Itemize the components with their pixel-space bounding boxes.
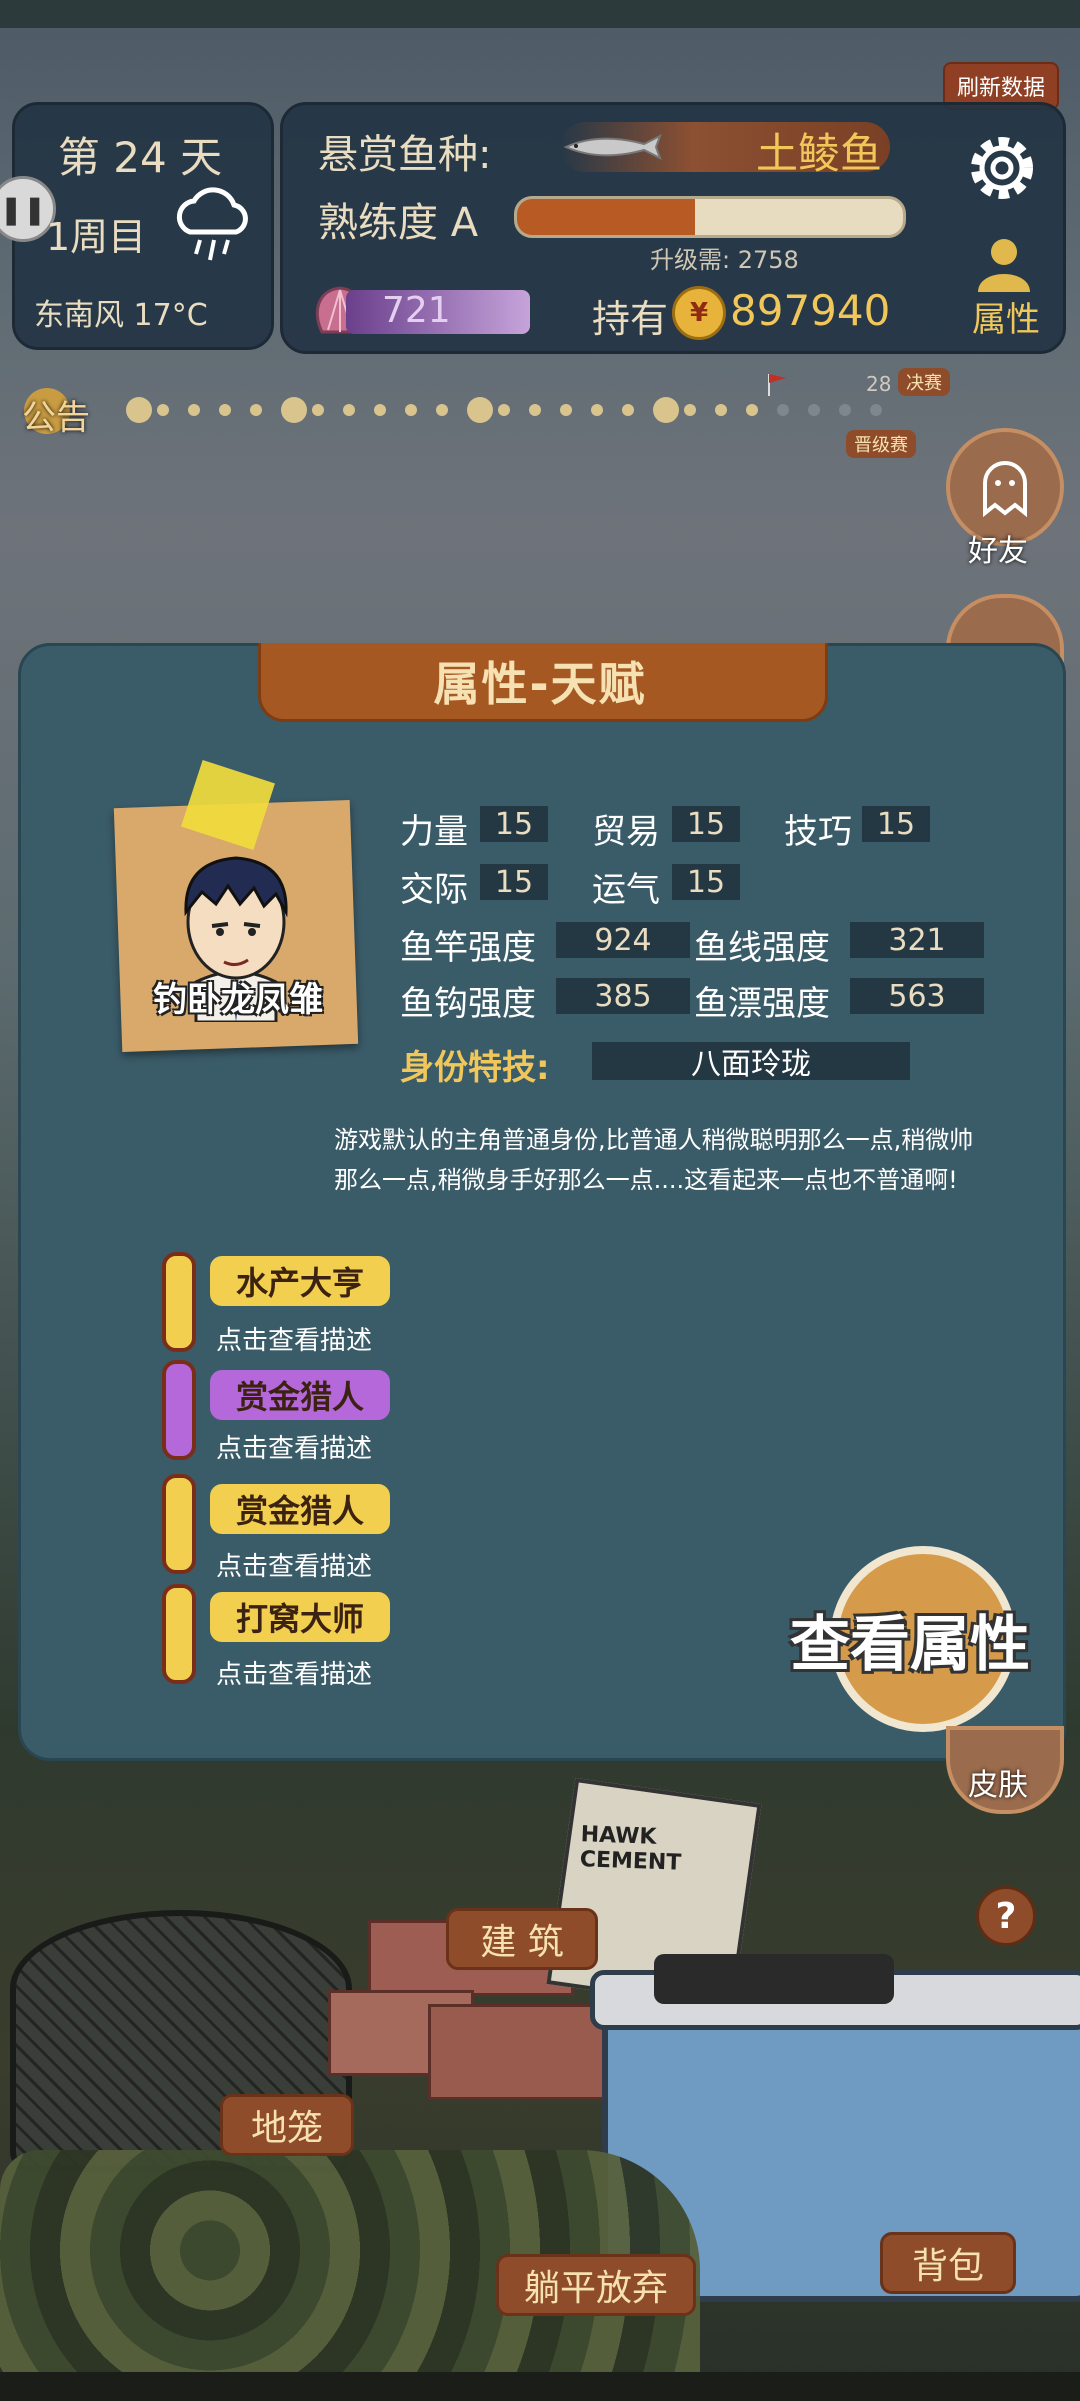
timeline-dot [312,404,324,416]
rod-strength-value: 924 [556,922,690,958]
talent-bar-3 [162,1474,196,1574]
timeline-dot [684,404,696,416]
talent-tag-2[interactable]: 赏金猎人 [210,1370,390,1420]
friends-label[interactable]: 好友 [968,526,1028,570]
view-attributes-button[interactable]: 查看属性 [790,1596,1030,1683]
skill-value: 15 [862,806,930,842]
talent-bar-2 [162,1360,196,1460]
social-label: 交际 [400,870,468,910]
timeline-dot [281,397,307,423]
timeline-dot [498,404,510,416]
avatar-name: 钓卧龙凤雏 [153,980,323,1020]
round-28-label: 28 [866,372,892,396]
timeline-dot [715,404,727,416]
timeline-dot [157,404,169,416]
talent-tag-1[interactable]: 水产大亨 [210,1256,390,1306]
timeline-dot [777,404,789,416]
timeline-dot [126,397,152,423]
timeline-dot [405,404,417,416]
top-strip [0,0,1080,28]
cement-bag-text: HAWK CEMENT [579,1822,682,1876]
hook-strength-label: 鱼钩强度 [400,984,536,1024]
timeline-dot [374,404,386,416]
hold-label: 持有 [592,297,669,341]
attributes-label[interactable]: 属性 [972,292,1040,341]
panel-title: 属性-天赋 [433,657,647,711]
upgrade-label: 升级需: 2758 [650,246,799,274]
identity-skill-label: 身份特技: [400,1048,550,1088]
bottom-strip [0,2372,1080,2401]
luck-label: 运气 [592,870,660,910]
fish-icon [560,132,664,162]
timeline-dot [839,404,851,416]
shell-count: 721 [382,290,451,331]
timeline-dot [188,404,200,416]
flag-icon [766,372,788,396]
timeline-dot [746,404,758,416]
float-strength-value: 563 [850,978,984,1014]
cage-button[interactable]: 地笼 [220,2094,354,2156]
cycle-label: 1周目 [46,215,147,259]
float-strength-label: 鱼漂强度 [694,984,830,1024]
strength-label: 力量 [400,812,468,852]
tackle-case [654,1954,894,2004]
talent-tag-4[interactable]: 打窝大师 [210,1592,390,1642]
attributes-person-icon[interactable] [972,236,1036,292]
settings-gear-icon[interactable] [960,126,1044,210]
bounty-fish-name: 土鲮鱼 [756,129,883,178]
timeline-dot [560,404,572,416]
weather-label: 东南风 17°C [34,298,208,333]
help-icon[interactable]: ? [976,1886,1036,1946]
timeline-dot [467,397,493,423]
talent-tag-3[interactable]: 赏金猎人 [210,1484,390,1534]
strength-value: 15 [480,806,548,842]
proficiency-label: 熟练度 A [318,200,479,246]
trade-value: 15 [672,806,740,842]
talent-bar-4 [162,1584,196,1684]
final-round-badge: 决赛 [898,368,950,396]
timeline-dot [529,404,541,416]
give-up-button[interactable]: 躺平放弃 [496,2254,696,2316]
talent-desc-link-2[interactable]: 点击查看描述 [216,1428,372,1465]
skin-label[interactable]: 皮肤 [968,1760,1028,1804]
talent-desc-link-3[interactable]: 点击查看描述 [216,1546,372,1583]
talent-desc-link-1[interactable]: 点击查看描述 [216,1320,372,1357]
promotion-round-badge: 晋级赛 [846,430,916,458]
coin-icon: ¥ [672,286,726,340]
rain-cloud-icon [168,184,258,264]
talent-bar-1 [162,1252,196,1352]
progress-timeline [126,395,946,425]
timeline-dot [653,397,679,423]
proficiency-bar-fill [517,199,695,235]
identity-skill-value[interactable]: 八面玲珑 [592,1042,910,1082]
skill-label: 技巧 [784,812,852,852]
day-label: 第 24 天 [57,133,223,182]
timeline-dot [870,404,882,416]
rod-strength-label: 鱼竿强度 [400,928,536,968]
timeline-dot [591,404,603,416]
timeline-dot [250,404,262,416]
backpack-button[interactable]: 背包 [880,2232,1016,2294]
build-button[interactable]: 建 筑 [446,1908,598,1970]
proficiency-bar [514,196,906,238]
ghost-icon [983,461,1027,517]
identity-description-line-1: 游戏默认的主角普通身份,比普通人稍微聪明那么一点,稍微帅 [334,1126,974,1154]
talent-desc-link-4[interactable]: 点击查看描述 [216,1654,372,1691]
timeline-dot [808,404,820,416]
notice-label[interactable]: 公告 [22,390,90,439]
line-strength-value: 321 [850,922,984,958]
trade-label: 贸易 [592,812,660,852]
luck-value: 15 [672,864,740,900]
timeline-dot [219,404,231,416]
social-value: 15 [480,864,548,900]
money-value: 897940 [730,286,891,335]
hook-strength-value: 385 [556,978,690,1014]
bounty-label: 悬赏鱼种: [318,132,492,178]
timeline-dot [622,404,634,416]
line-strength-label: 鱼线强度 [694,928,830,968]
timeline-dot [436,404,448,416]
timeline-dot [343,404,355,416]
identity-description-line-2: 那么一点,稍微身手好那么一点....这看起来一点也不普通啊! [334,1166,958,1194]
